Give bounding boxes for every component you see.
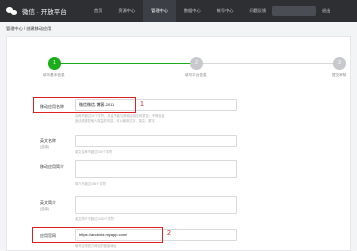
nav-home[interactable]: 首页: [86, 0, 110, 22]
english-intro-hint: 英文简介不超过1000个字符: [75, 217, 114, 221]
app-intro-label: 移动应用简介: [40, 164, 64, 169]
step-3-circle: 3: [333, 57, 346, 70]
logout-link[interactable]: 退出: [322, 0, 330, 22]
app-intro-textarea[interactable]: [75, 160, 237, 178]
highlight-box-2: [32, 227, 163, 243]
app-intro-hint: 简介不超过256个字符: [75, 182, 106, 186]
english-name-hint: 英文名称不超过100个字符: [75, 150, 113, 154]
account-menu[interactable]: [272, 6, 316, 16]
english-name-input[interactable]: [75, 135, 237, 147]
top-nav-bar: 微信 · 开放平台 首页 资源中心 管理中心 数据中心 帐号中心 问题反馈 退出: [0, 0, 357, 22]
highlight-box-1: [33, 97, 136, 113]
step-2-label: 填写平台信息: [185, 73, 207, 77]
wechat-icon: [6, 6, 18, 16]
website-hint: 填写应用官方网站的链接地址: [75, 244, 117, 248]
step-2-circle: 2: [190, 57, 203, 70]
annotation-1: 1: [140, 101, 144, 108]
english-name-optional: (选填): [40, 145, 50, 149]
step-progress-line: [60, 63, 197, 64]
english-intro-textarea[interactable]: [75, 196, 237, 214]
step-1-circle: 1: [48, 57, 61, 70]
app-name-hint-2: 违法或侵犯他人权益的内容，可以使用汉字、英文、数字: [75, 119, 155, 123]
nav-management[interactable]: 管理中心: [143, 0, 176, 22]
step-remaining-line: [197, 63, 340, 64]
nav-data[interactable]: 数据中心: [176, 0, 209, 22]
nav-account[interactable]: 帐号中心: [209, 0, 242, 22]
english-intro-optional: (选填): [40, 207, 50, 211]
annotation-2: 2: [167, 230, 171, 237]
nav-feedback[interactable]: 问题反馈: [241, 0, 274, 22]
breadcrumb: 管理中心 / 创建移动应用: [6, 26, 52, 31]
platform-title: 微信 · 开放平台: [22, 9, 67, 16]
wechat-logo[interactable]: 微信 · 开放平台: [6, 5, 76, 17]
step-3-label: 提交审核: [332, 73, 347, 77]
nav-resources[interactable]: 资源中心: [110, 0, 143, 22]
step-1-label: 填写基本信息: [43, 73, 65, 77]
main-nav: 首页 资源中心 管理中心 数据中心 帐号中心 问题反馈: [86, 0, 274, 22]
